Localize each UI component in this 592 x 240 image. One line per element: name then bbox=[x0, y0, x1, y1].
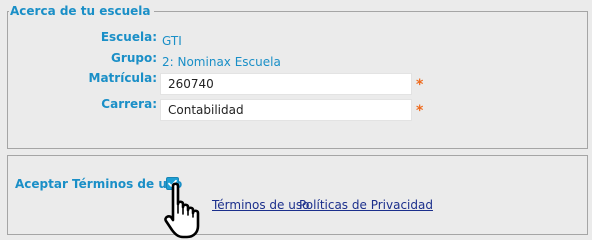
carrera-input[interactable] bbox=[160, 99, 412, 121]
grupo-label: Grupo: bbox=[111, 51, 157, 65]
carrera-label: Carrera: bbox=[101, 97, 157, 111]
accept-terms-label: Aceptar Términos de uso bbox=[15, 177, 183, 191]
matricula-input[interactable] bbox=[160, 73, 412, 95]
school-info-legend: Acerca de tu escuela bbox=[9, 3, 154, 19]
privacy-policy-link[interactable]: Políticas de Privacidad bbox=[299, 197, 433, 213]
carrera-required-mark: * bbox=[416, 103, 424, 119]
hand-pointer-icon bbox=[164, 182, 200, 239]
matricula-required-mark: * bbox=[416, 77, 424, 93]
grupo-value: 2: Nominax Escuela bbox=[162, 55, 281, 69]
matricula-label: Matrícula: bbox=[88, 71, 157, 85]
terms-of-use-link[interactable]: Términos de uso bbox=[212, 197, 309, 213]
escuela-label: Escuela: bbox=[100, 30, 157, 44]
terms-fieldset bbox=[7, 155, 588, 235]
escuela-value: GTI bbox=[162, 34, 182, 48]
